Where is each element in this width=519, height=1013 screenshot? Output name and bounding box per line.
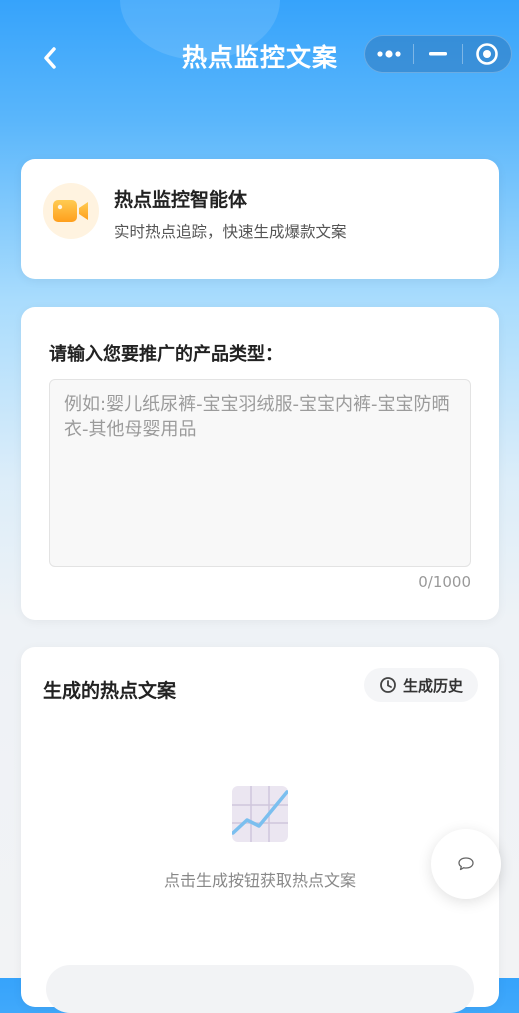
- agent-icon-badge: [43, 183, 99, 239]
- close-button[interactable]: [463, 36, 511, 72]
- miniprogram-capsule: [364, 35, 512, 73]
- back-button[interactable]: [36, 40, 64, 76]
- video-camera-icon: [53, 200, 88, 222]
- trend-chart-icon: [232, 786, 288, 842]
- history-label: 生成历史: [402, 676, 463, 695]
- agent-description: 实时热点追踪，快速生成爆款文案: [114, 223, 347, 241]
- char-counter: 0/1000: [418, 573, 471, 591]
- close-target-icon: [476, 43, 498, 65]
- chat-float-button[interactable]: [431, 829, 501, 899]
- top-header: 热点监控文案: [0, 0, 519, 110]
- product-type-input[interactable]: [49, 379, 471, 567]
- minimize-button[interactable]: [414, 36, 462, 72]
- page-title: 热点监控文案: [181, 43, 338, 72]
- empty-state-text: 点击生成按钮获取热点文案: [163, 871, 356, 890]
- chat-bubble-icon: [458, 857, 474, 871]
- chevron-left-icon: [44, 47, 56, 69]
- clock-icon: [380, 677, 396, 693]
- result-title: 生成的热点文案: [43, 680, 177, 702]
- more-dots-icon: [377, 50, 401, 58]
- generate-button[interactable]: [46, 965, 474, 1013]
- minimize-icon: [429, 52, 447, 56]
- agent-card: 热点监控智能体 实时热点追踪，快速生成爆款文案: [21, 159, 499, 279]
- history-button[interactable]: 生成历史: [364, 668, 478, 702]
- more-button[interactable]: [365, 36, 413, 72]
- result-card: 生成的热点文案 生成历史 点击生成按钮获取热点文案: [21, 647, 499, 1013]
- product-input-card: 请输入您要推广的产品类型： 0/1000: [21, 307, 499, 620]
- agent-name: 热点监控智能体: [114, 189, 248, 211]
- product-type-label: 请输入您要推广的产品类型：: [49, 344, 283, 365]
